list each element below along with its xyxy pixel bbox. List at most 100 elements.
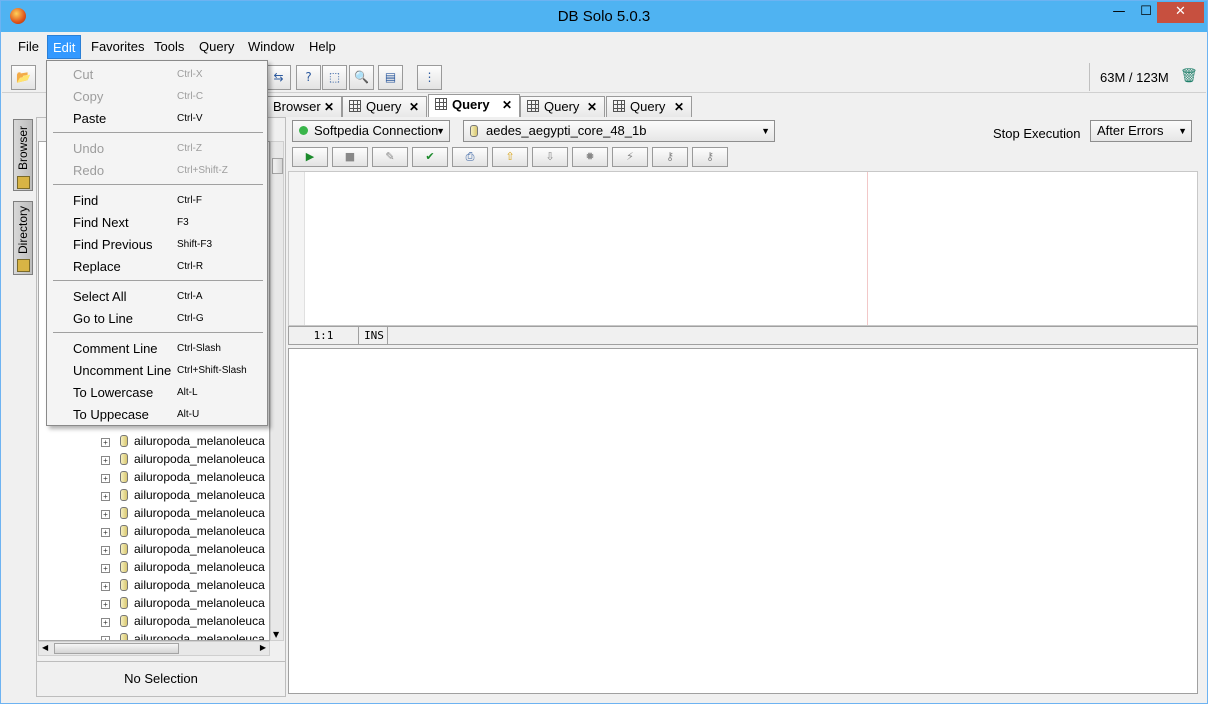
connection-select[interactable]: Softpedia Connection ▼ — [292, 120, 450, 142]
menu-item-find[interactable]: Find Ctrl-F — [47, 190, 267, 212]
menu-item-cut[interactable]: Cut Ctrl-X — [47, 64, 267, 86]
open-folder-icon[interactable]: 📂 — [11, 65, 36, 90]
expand-icon[interactable]: + — [101, 618, 110, 627]
tree-item[interactable]: + ailuropoda_melanoleuca — [101, 486, 265, 504]
expand-icon[interactable]: + — [101, 438, 110, 447]
tab-query-2[interactable]: Query ✕ — [428, 94, 520, 117]
menu-item-to-uppercase[interactable]: To Uppecase Alt-U — [47, 404, 267, 426]
tab-label: Browser — [273, 99, 321, 114]
results-panel[interactable] — [288, 348, 1198, 694]
tab-query-3[interactable]: Query ✕ — [520, 96, 605, 117]
garbage-collect-icon[interactable]: 🗑 — [1180, 68, 1198, 84]
print-icon[interactable]: ⎙ — [452, 147, 488, 167]
sidetab-label: Browser — [16, 126, 30, 171]
sql-editor[interactable] — [288, 171, 1198, 326]
menu-help[interactable]: Help — [304, 35, 341, 59]
browser-icon — [17, 176, 30, 189]
stop-query-button[interactable]: ■ — [332, 147, 368, 167]
minimize-button[interactable]: — — [1104, 2, 1134, 23]
menu-favorites[interactable]: Favorites — [86, 35, 149, 59]
database-icon — [120, 633, 128, 640]
sidetab-label: Directory — [16, 206, 30, 255]
tree-item[interactable]: + ailuropoda_melanoleuca — [101, 540, 265, 558]
tab-query-4[interactable]: Query ✕ — [606, 96, 692, 117]
wand-icon[interactable]: ⚡ — [612, 147, 648, 167]
database-icon — [120, 507, 128, 519]
menu-item-find-previous[interactable]: Find Previous Shift-F3 — [47, 234, 267, 256]
close-tab-icon[interactable]: ✕ — [674, 97, 684, 117]
menu-item-undo[interactable]: Undo Ctrl-Z — [47, 138, 267, 160]
menu-item-select-all[interactable]: Select All Ctrl-A — [47, 286, 267, 308]
menu-item-uncomment-line[interactable]: Uncomment Line Ctrl+Shift-Slash — [47, 360, 267, 382]
expand-icon[interactable]: + — [101, 528, 110, 537]
search-icon[interactable]: 🔍 — [349, 65, 374, 90]
expand-icon[interactable]: + — [101, 600, 110, 609]
expand-icon[interactable]: + — [101, 510, 110, 519]
down-icon[interactable]: ⇩ — [532, 147, 568, 167]
scroll-thumb[interactable] — [54, 643, 179, 654]
folder-icon — [17, 259, 30, 272]
edit-icon[interactable]: ✎ — [372, 147, 408, 167]
expand-icon[interactable]: + — [101, 456, 110, 465]
tree-item[interactable]: + ailuropoda_melanoleuca — [101, 594, 265, 612]
key-icon[interactable]: ⚷ — [652, 147, 688, 167]
move-icon[interactable]: ⬚ — [322, 65, 347, 90]
tree-item[interactable]: + ailuropoda_melanoleuca — [101, 558, 265, 576]
menu-item-go-to-line[interactable]: Go to Line Ctrl-G — [47, 308, 267, 330]
tab-browser[interactable]: Browser ✕ — [266, 96, 342, 117]
scroll-down-icon[interactable]: ▼ — [273, 630, 279, 639]
tab-label: Query — [544, 99, 580, 114]
connection-icon[interactable]: ⇆ — [266, 65, 291, 90]
expand-icon[interactable]: + — [101, 582, 110, 591]
menu-item-copy[interactable]: Copy Ctrl-C — [47, 86, 267, 108]
tree-item[interactable]: + ailuropoda_melanoleuca — [101, 612, 265, 630]
menu-tools[interactable]: Tools — [149, 35, 189, 59]
close-tab-icon[interactable]: ✕ — [587, 97, 597, 117]
tree-item[interactable]: + ailuropoda_melanoleuca — [101, 468, 265, 486]
bug-icon[interactable]: ✹ — [572, 147, 608, 167]
close-tab-icon[interactable]: ✕ — [409, 97, 419, 117]
tree-item[interactable]: + ailuropoda_melanoleuca — [101, 432, 265, 450]
close-window-button[interactable]: ✕ — [1157, 2, 1204, 23]
expand-icon[interactable]: + — [101, 492, 110, 501]
tree-item[interactable]: + ailuropoda_melanoleuca — [101, 630, 265, 640]
run-query-button[interactable]: ▶ — [292, 147, 328, 167]
menu-item-paste[interactable]: Paste Ctrl-V — [47, 108, 267, 130]
tree-item[interactable]: + ailuropoda_melanoleuca — [101, 504, 265, 522]
menu-file[interactable]: File — [13, 35, 44, 59]
tab-query-1[interactable]: Query ✕ — [342, 96, 427, 117]
expand-icon[interactable]: + — [101, 474, 110, 483]
help-query-icon[interactable]: ? — [296, 65, 321, 90]
sidetab-browser[interactable]: Browser — [13, 119, 33, 191]
tree-icon[interactable]: ⋮ — [417, 65, 442, 90]
up-icon[interactable]: ⇧ — [492, 147, 528, 167]
menu-query[interactable]: Query — [194, 35, 239, 59]
check-icon[interactable]: ✔ — [412, 147, 448, 167]
expand-icon[interactable]: + — [101, 546, 110, 555]
database-icon — [120, 579, 128, 591]
close-tab-icon[interactable]: ✕ — [324, 97, 334, 117]
menu-item-find-next[interactable]: Find Next F3 — [47, 212, 267, 234]
tree-horizontal-scrollbar[interactable]: ◀ ▶ — [38, 641, 270, 656]
database-select[interactable]: aedes_aegypti_core_48_1b ▼ — [463, 120, 775, 142]
key2-icon[interactable]: ⚷ — [692, 147, 728, 167]
menu-item-replace[interactable]: Replace Ctrl-R — [47, 256, 267, 278]
tree-vertical-scrollbar[interactable]: ▼ — [270, 141, 284, 641]
close-tab-icon[interactable]: ✕ — [502, 95, 512, 115]
stop-execution-select[interactable]: After Errors ▼ — [1090, 120, 1192, 142]
menu-item-redo[interactable]: Redo Ctrl+Shift-Z — [47, 160, 267, 182]
menu-item-comment-line[interactable]: Comment Line Ctrl-Slash — [47, 338, 267, 360]
tree-item[interactable]: + ailuropoda_melanoleuca — [101, 522, 265, 540]
tree-item[interactable]: + ailuropoda_melanoleuca — [101, 450, 265, 468]
menu-item-to-lowercase[interactable]: To Lowercase Alt-L — [47, 382, 267, 404]
tree-item[interactable]: + ailuropoda_melanoleuca — [101, 576, 265, 594]
scroll-left-icon[interactable]: ◀ — [42, 643, 48, 652]
scroll-right-icon[interactable]: ▶ — [260, 643, 266, 652]
sidetab-directory[interactable]: Directory — [13, 201, 33, 275]
cursor-position: 1:1 — [289, 327, 359, 344]
expand-icon[interactable]: + — [101, 564, 110, 573]
menu-edit[interactable]: Edit — [47, 35, 82, 59]
menu-window[interactable]: Window — [243, 35, 299, 59]
copy-icon[interactable]: ▤ — [378, 65, 403, 90]
scroll-thumb[interactable] — [272, 158, 283, 174]
